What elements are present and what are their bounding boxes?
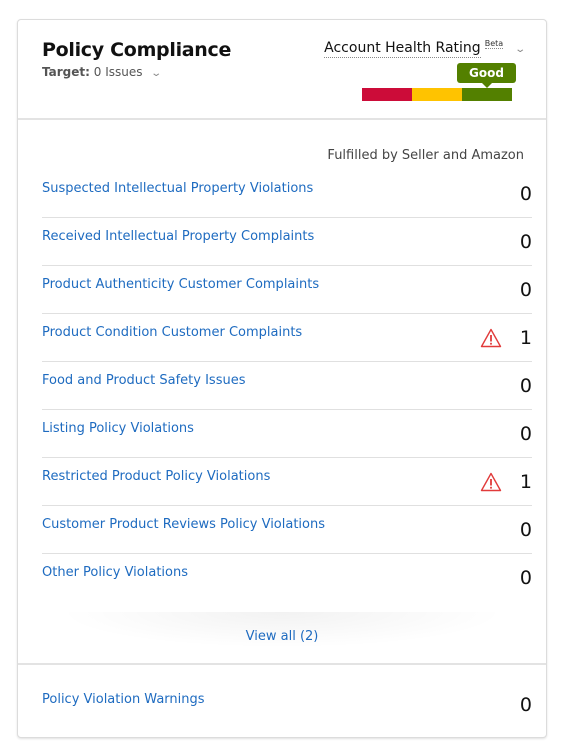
warning-triangle-icon — [480, 328, 502, 348]
card-title: Policy Compliance — [42, 39, 232, 61]
violation-row: Product Condition Customer Complaints 1 — [42, 314, 532, 362]
violation-count: 0 — [519, 183, 532, 205]
fulfillment-label: Fulfilled by Seller and Amazon — [327, 148, 524, 163]
violation-count: 0 — [519, 279, 532, 301]
violation-count: 1 — [519, 327, 532, 349]
violation-row: Suspected Intellectual Property Violatio… — [42, 170, 532, 218]
violation-row: Customer Product Reviews Policy Violatio… — [42, 506, 532, 554]
violation-link[interactable]: Food and Product Safety Issues — [42, 373, 246, 388]
account-health-rating-dropdown[interactable]: Account Health Rating Beta ⌄ — [324, 39, 526, 58]
violation-count: 0 — [519, 567, 532, 589]
violation-row: Restricted Product Policy Violations 1 — [42, 458, 532, 506]
chevron-down-icon: ⌄ — [150, 68, 163, 79]
violation-link[interactable]: Product Authenticity Customer Complaints — [42, 277, 319, 292]
rating-bar — [362, 88, 512, 101]
view-all-link[interactable]: View all (2) — [18, 629, 546, 644]
violation-link[interactable]: Received Intellectual Property Complaint… — [42, 229, 314, 244]
violation-link[interactable]: Restricted Product Policy Violations — [42, 469, 270, 484]
violation-link[interactable]: Listing Policy Violations — [42, 421, 194, 436]
violation-row: Listing Policy Violations 0 — [42, 410, 532, 458]
view-all-section: View all (2) — [18, 612, 546, 665]
violation-row: Food and Product Safety Issues 0 — [42, 362, 532, 410]
target-label: Target: — [42, 65, 90, 79]
violation-count: 1 — [519, 471, 532, 493]
violations-list: Suspected Intellectual Property Violatio… — [42, 170, 532, 602]
policy-compliance-card: Policy Compliance Target: 0 Issues ⌄ Acc… — [17, 19, 547, 738]
beta-label: Beta — [484, 39, 504, 49]
rating-segment-poor — [362, 88, 412, 101]
violation-link[interactable]: Product Condition Customer Complaints — [42, 325, 302, 340]
warning-triangle-icon — [480, 472, 502, 492]
violation-count: 0 — [519, 423, 532, 445]
target-value: 0 Issues — [93, 65, 143, 79]
target-dropdown[interactable]: Target: 0 Issues ⌄ — [42, 65, 163, 79]
violation-row: Other Policy Violations 0 — [42, 554, 532, 602]
violation-count: 0 — [519, 375, 532, 397]
violation-count: 0 — [519, 519, 532, 541]
violation-row: Received Intellectual Property Complaint… — [42, 218, 532, 266]
policy-warnings-count: 0 — [519, 694, 532, 716]
rating-segment-fair — [412, 88, 462, 101]
account-health-rating-label: Account Health Rating — [324, 39, 481, 58]
violation-row: Product Authenticity Customer Complaints… — [42, 266, 532, 314]
violation-link[interactable]: Other Policy Violations — [42, 565, 188, 580]
policy-warnings-row: Policy Violation Warnings 0 — [42, 692, 532, 732]
violation-link[interactable]: Customer Product Reviews Policy Violatio… — [42, 517, 325, 532]
violation-count: 0 — [519, 231, 532, 253]
policy-warnings-link[interactable]: Policy Violation Warnings — [42, 692, 205, 707]
chevron-down-icon: ⌄ — [513, 43, 526, 55]
violation-link[interactable]: Suspected Intellectual Property Violatio… — [42, 181, 313, 196]
rating-segment-good — [462, 88, 512, 101]
rating-status-badge: Good — [457, 63, 516, 88]
card-header: Policy Compliance Target: 0 Issues ⌄ Acc… — [18, 20, 546, 120]
